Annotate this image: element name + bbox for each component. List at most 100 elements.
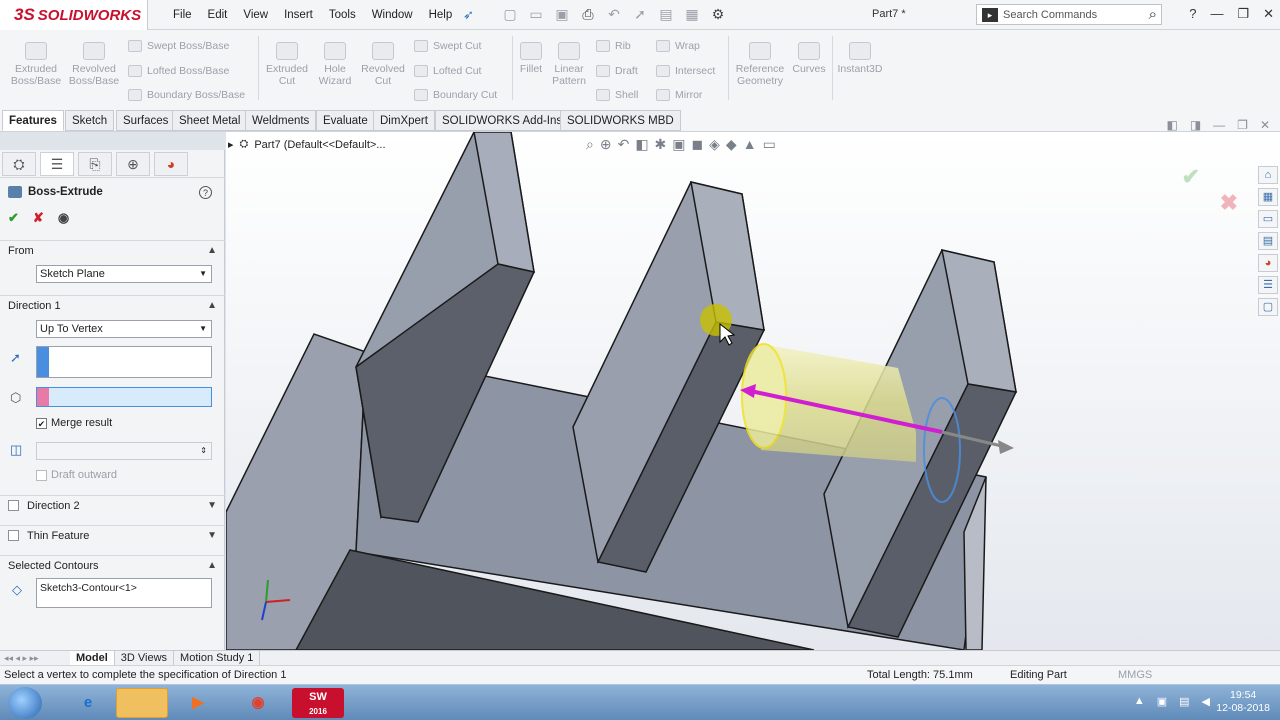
doc-close-icon[interactable]: ✕ [1260, 118, 1270, 132]
contour-item[interactable]: Sketch3-Contour<1> [40, 582, 137, 594]
media-player-icon[interactable]: ▶ [172, 688, 224, 718]
file-explorer-icon[interactable]: ▭ [1258, 210, 1278, 228]
tab-features[interactable]: Features [2, 110, 64, 131]
zoom-to-fit-icon[interactable]: ⌕ [586, 136, 594, 153]
display-manager-icon[interactable]: ◕ [154, 151, 188, 176]
tab-model[interactable]: Model [70, 650, 115, 666]
print-icon[interactable]: ⎙ [578, 5, 598, 23]
tile-left-icon[interactable]: ◧ [1166, 118, 1177, 132]
edit-appearance-icon[interactable]: ◆ [726, 136, 737, 153]
wrap-button[interactable]: Wrap [656, 40, 700, 52]
feature-tree-icon[interactable]: ⛭ [2, 151, 36, 176]
menu-file[interactable]: File [165, 9, 200, 21]
vertex-selection-box[interactable] [36, 387, 212, 407]
section-direction1[interactable]: Direction 1 ▲ [0, 295, 225, 315]
dimxpert-manager-icon[interactable]: ⊕ [116, 151, 150, 176]
preview-eye-icon[interactable]: ◉ [58, 210, 69, 226]
tab-3d-views[interactable]: 3D Views [115, 650, 175, 666]
curves-button[interactable]: Curves [790, 42, 828, 75]
reference-geometry-button[interactable]: Reference Geometry [732, 42, 788, 87]
confirm-corner-ok-icon[interactable]: ✔ [1182, 164, 1200, 190]
menu-insert[interactable]: Insert [276, 9, 321, 21]
tab-weldments[interactable]: Weldments [245, 110, 317, 131]
checkbox-icon[interactable] [8, 530, 19, 541]
search-icon[interactable]: ⌕ [1149, 6, 1157, 23]
tile-right-icon[interactable]: ◨ [1190, 118, 1201, 132]
view-orientation-icon[interactable]: ▣ [672, 136, 685, 153]
tab-surfaces[interactable]: Surfaces [116, 110, 176, 131]
help-icon[interactable]: ? [1189, 6, 1196, 22]
rib-button[interactable]: Rib [596, 40, 631, 52]
tab-sketch[interactable]: Sketch [65, 110, 115, 131]
appearances-icon[interactable]: ◕ [1258, 254, 1278, 272]
linear-pattern-button[interactable]: Linear Pattern [548, 42, 590, 87]
part-model[interactable] [226, 132, 1280, 650]
menu-tools[interactable]: Tools [321, 9, 364, 21]
hole-wizard-button[interactable]: Hole Wizard [312, 42, 358, 87]
view-palette-icon[interactable]: ▤ [1258, 232, 1278, 250]
tab-scroll-icon[interactable]: ◂◂ ◂ ▸ ▸▸ [0, 653, 70, 664]
revolved-cut-button[interactable]: Revolved Cut [358, 42, 408, 87]
boundary-boss-button[interactable]: Boundary Boss/Base [128, 89, 245, 101]
instant3d-button[interactable]: Instant3D [834, 42, 886, 75]
extruded-boss-button[interactable]: Extruded Boss/Base [10, 42, 62, 87]
section-from[interactable]: From ▲ [0, 240, 225, 260]
apply-scene-icon[interactable]: ▲ [743, 136, 757, 153]
dynamic-annotation-icon[interactable]: ✱ [655, 136, 667, 153]
draft-angle-input[interactable]: ⇕ [36, 442, 212, 460]
file-explorer-icon[interactable] [116, 688, 168, 718]
minimize-icon[interactable]: — [1210, 6, 1223, 22]
property-manager-icon[interactable]: ☰ [40, 151, 74, 176]
lofted-boss-button[interactable]: Lofted Boss/Base [128, 65, 229, 77]
fillet-button[interactable]: Fillet [514, 42, 548, 75]
from-dropdown[interactable]: Sketch Plane ▼ [36, 265, 212, 283]
draft-outward-checkbox[interactable]: Draft outward [36, 469, 117, 481]
unit-system[interactable]: MMGS [1118, 669, 1152, 681]
shell-button[interactable]: Shell [596, 89, 638, 101]
start-button-icon[interactable] [8, 687, 42, 719]
confirm-corner-cancel-icon[interactable]: ✖ [1220, 190, 1238, 216]
forum-icon[interactable]: ▢ [1258, 298, 1278, 316]
menu-window[interactable]: Window [364, 9, 421, 21]
open-icon[interactable]: ▭ [526, 5, 546, 23]
mirror-button[interactable]: Mirror [656, 89, 702, 101]
tray-app-icon[interactable]: ▣ [1157, 695, 1167, 708]
tab-dimxpert[interactable]: DimXpert [373, 110, 435, 131]
graphics-area[interactable]: ▸ ⛭ Part7 (Default<<Default>... ⌕ ⊕ ↶ ◧ … [226, 132, 1280, 650]
save-icon[interactable]: ▣ [552, 5, 572, 23]
lofted-cut-button[interactable]: Lofted Cut [414, 65, 481, 77]
doc-minimize-icon[interactable]: — [1213, 118, 1225, 132]
help-icon[interactable]: ? [199, 186, 212, 199]
checkbox-icon[interactable] [8, 500, 19, 511]
expand-icon[interactable]: ▸ [228, 138, 234, 151]
tab-evaluate[interactable]: Evaluate [316, 110, 375, 131]
menu-view[interactable]: View [235, 9, 276, 21]
tab-mbd[interactable]: SOLIDWORKS MBD [560, 110, 681, 131]
search-input[interactable]: Search Commands [1003, 9, 1149, 21]
cancel-x-icon[interactable]: ✘ [33, 210, 44, 226]
breadcrumb-text[interactable]: Part7 (Default<<Default>... [254, 139, 385, 151]
previous-view-icon[interactable]: ↶ [618, 136, 630, 153]
file-properties-icon[interactable]: ▦ [682, 5, 702, 23]
view-settings-icon[interactable]: ▭ [763, 136, 776, 153]
tab-addins[interactable]: SOLIDWORKS Add-Ins [435, 110, 570, 131]
solidworks-taskbar-icon[interactable]: SW 2016 [292, 688, 344, 718]
zoom-area-icon[interactable]: ⊕ [600, 136, 612, 153]
section-selected-contours[interactable]: Selected Contours ▲ [0, 555, 225, 575]
pin-icon[interactable]: ➶ [463, 7, 474, 23]
reverse-direction-icon[interactable]: ➚ [10, 350, 21, 366]
intersect-button[interactable]: Intersect [656, 65, 715, 77]
custom-properties-icon[interactable]: ☰ [1258, 276, 1278, 294]
doc-restore-icon[interactable]: ❐ [1237, 118, 1248, 132]
close-icon[interactable]: ✕ [1263, 6, 1274, 22]
search-commands[interactable]: ▸ Search Commands ⌕ [976, 4, 1162, 25]
display-style-icon[interactable]: ◼ [692, 136, 704, 153]
configuration-manager-icon[interactable]: ⎘ [78, 151, 112, 176]
draft-button[interactable]: Draft [596, 65, 638, 77]
rebuild-icon[interactable]: ▤ [656, 5, 676, 23]
tray-expand-icon[interactable]: ▲ [1134, 695, 1145, 708]
boundary-cut-button[interactable]: Boundary Cut [414, 89, 497, 101]
tab-sheet-metal[interactable]: Sheet Metal [172, 110, 248, 131]
restore-icon[interactable]: ❐ [1237, 6, 1249, 22]
section-direction2[interactable]: Direction 2 ▼ [0, 495, 225, 515]
